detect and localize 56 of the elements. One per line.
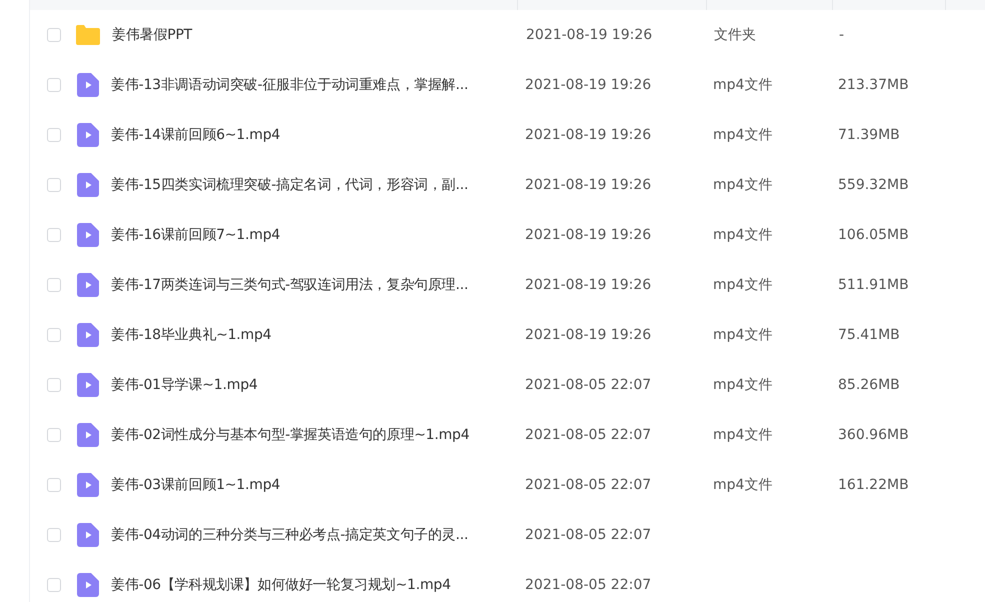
file-size: 106.05MB — [838, 227, 909, 243]
file-size: 213.37MB — [838, 77, 909, 93]
file-size: 559.32MB — [838, 177, 909, 193]
file-size: 511.91MB — [838, 277, 909, 293]
modified-date: 2021-08-05 22:07 — [525, 427, 652, 443]
checkbox[interactable] — [47, 378, 61, 392]
checkbox[interactable] — [47, 478, 61, 492]
checkbox[interactable] — [47, 228, 61, 242]
modified-date: 2021-08-19 19:26 — [525, 227, 652, 243]
checkbox[interactable] — [47, 578, 61, 592]
modified-date: 2021-08-19 19:26 — [525, 77, 652, 93]
file-name[interactable]: 姜伟-18毕业典礼~1.mp4 — [111, 326, 525, 344]
file-type: mp4文件 — [713, 326, 774, 344]
file-name[interactable]: 姜伟-13非调语动词突破-征服非位于动词重难点，掌握解... — [111, 76, 525, 94]
file-name[interactable]: 姜伟暑假PPT — [112, 26, 526, 44]
modified-date: 2021-08-05 22:07 — [525, 377, 652, 393]
file-name[interactable]: 姜伟-02词性成分与基本句型-掌握英语造句的原理~1.mp4 — [111, 426, 525, 444]
file-name[interactable]: 姜伟-15四类实词梳理突破-搞定名词，代词，形容词，副... — [111, 176, 525, 194]
file-size: 161.22MB — [838, 477, 909, 493]
file-type: mp4文件 — [713, 176, 774, 194]
modified-date: 2021-08-19 19:26 — [525, 127, 652, 143]
checkbox[interactable] — [47, 278, 61, 292]
checkbox[interactable] — [47, 328, 61, 342]
file-name[interactable]: 姜伟-06【学科规划课】如何做好一轮复习规划~1.mp4 — [111, 576, 525, 594]
checkbox[interactable] — [47, 28, 61, 42]
file-size: 85.26MB — [838, 377, 900, 393]
file-size: - — [839, 27, 844, 43]
file-type: 文件夹 — [714, 26, 757, 44]
file-size: 75.41MB — [838, 327, 900, 343]
checkbox[interactable] — [47, 528, 61, 542]
checkbox[interactable] — [47, 128, 61, 142]
modified-date: 2021-08-19 19:26 — [525, 327, 652, 343]
file-name[interactable]: 姜伟-04动词的三种分类与三种必考点-搞定英文句子的灵... — [111, 526, 525, 544]
file-name[interactable]: 姜伟-16课前回顾7~1.mp4 — [111, 226, 525, 244]
file-type: mp4文件 — [713, 376, 774, 394]
file-size: 360.96MB — [838, 427, 909, 443]
file-name[interactable]: 姜伟-17两类连词与三类句式-驾驭连词用法，复杂句原理... — [111, 276, 525, 294]
file-type: mp4文件 — [713, 76, 774, 94]
modified-date: 2021-08-19 19:26 — [526, 27, 654, 43]
file-type: mp4文件 — [713, 226, 774, 244]
modified-date: 2021-08-19 19:26 — [525, 177, 652, 193]
checkbox[interactable] — [47, 428, 61, 442]
modified-date: 2021-08-05 22:07 — [525, 527, 652, 543]
file-name[interactable]: 姜伟-03课前回顾1~1.mp4 — [111, 476, 525, 494]
checkbox[interactable] — [47, 78, 61, 92]
modified-date: 2021-08-19 19:26 — [525, 277, 652, 293]
file-name[interactable]: 姜伟-14课前回顾6~1.mp4 — [111, 126, 525, 144]
checkbox[interactable] — [47, 178, 61, 192]
modified-date: 2021-08-05 22:07 — [525, 477, 652, 493]
file-size: 71.39MB — [838, 127, 900, 143]
file-type: mp4文件 — [713, 276, 774, 294]
file-type: mp4文件 — [713, 426, 774, 444]
file-type: mp4文件 — [713, 476, 774, 494]
modified-date: 2021-08-05 22:07 — [525, 577, 652, 593]
file-name[interactable]: 姜伟-01导学课~1.mp4 — [111, 376, 525, 394]
file-type: mp4文件 — [713, 126, 774, 144]
